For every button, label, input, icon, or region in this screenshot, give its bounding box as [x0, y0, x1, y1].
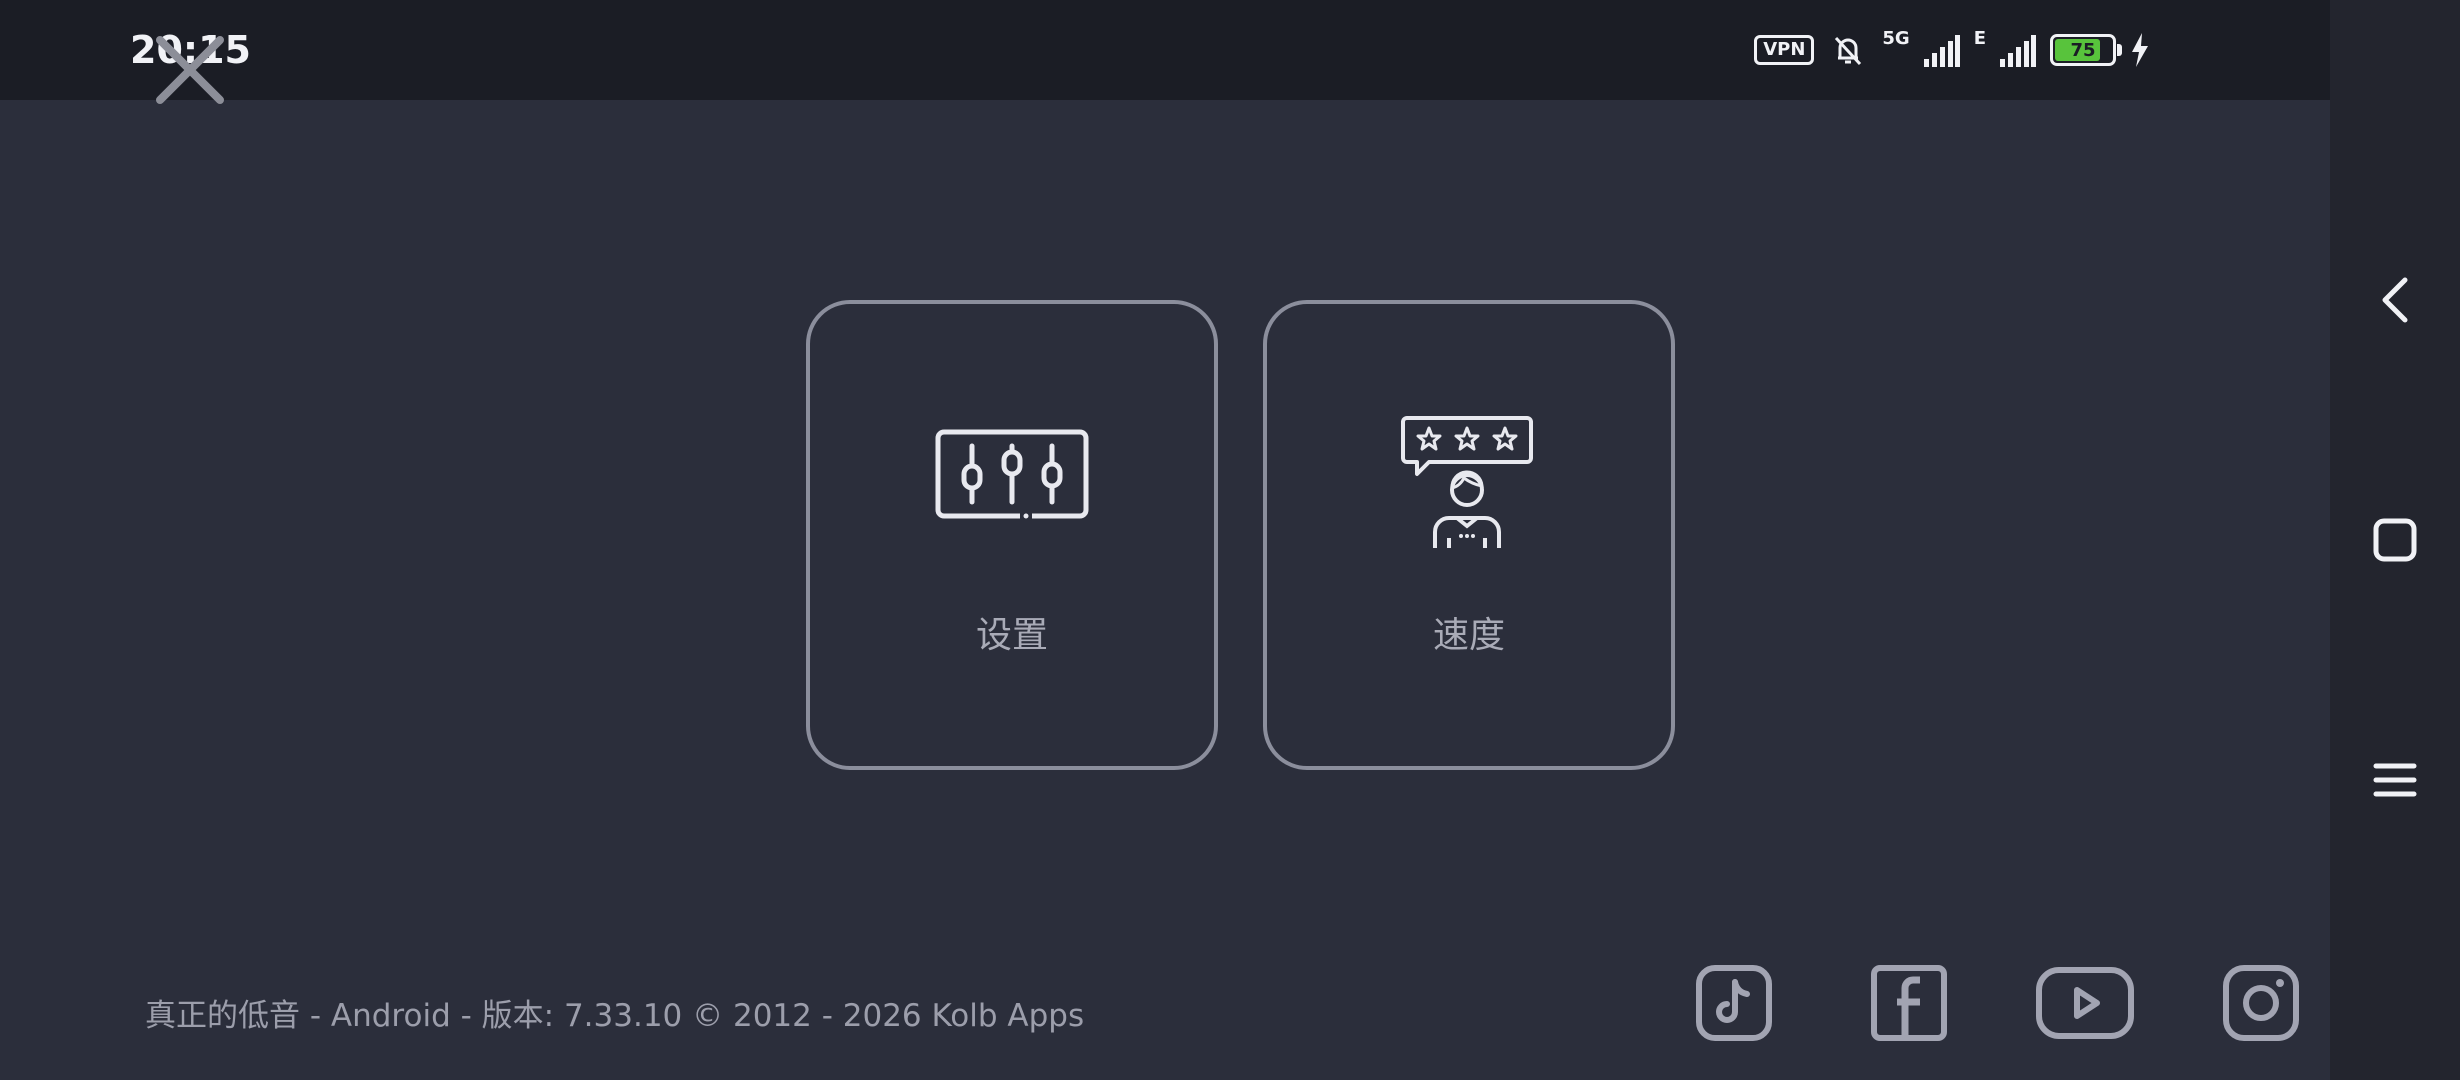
instagram-icon[interactable]	[2222, 964, 2300, 1042]
nav-home-button[interactable]	[2360, 505, 2430, 575]
close-icon[interactable]	[150, 30, 230, 110]
tiktok-icon[interactable]	[1695, 964, 1773, 1042]
sliders-icon	[935, 429, 1089, 519]
bell-muted-icon	[1835, 36, 1862, 66]
network-secondary-label: E	[1973, 28, 1986, 49]
signal-icon	[1923, 35, 1960, 67]
rating-person-icon	[1401, 416, 1533, 548]
youtube-icon[interactable]	[2035, 964, 2135, 1042]
footer-copyright: 真正的低音 - Android - 版本: 7.33.10 © 2012 - 2…	[145, 998, 1085, 1034]
settings-label: 设置	[975, 615, 1048, 656]
nav-back-button[interactable]	[2360, 265, 2430, 335]
battery-level: 75	[2070, 39, 2096, 61]
speed-tile[interactable]: 速度	[1263, 300, 1675, 770]
square-icon	[2373, 518, 2417, 562]
facebook-icon[interactable]	[1870, 964, 1948, 1042]
system-nav-bar	[2330, 0, 2460, 1080]
chevron-left-icon	[2382, 277, 2408, 323]
network-primary-label: 5G	[1882, 28, 1910, 49]
status-bar: 20:15 VPN 5G E 75	[0, 0, 2330, 100]
menu-icon	[2373, 763, 2417, 797]
status-icons: VPN 5G E 75	[1754, 28, 2150, 72]
vpn-badge: VPN	[1754, 35, 1815, 65]
nav-menu-button[interactable]	[2360, 745, 2430, 815]
settings-tile[interactable]: 设置	[806, 300, 1218, 770]
charging-icon	[2132, 33, 2148, 67]
signal-icon-secondary	[2000, 35, 2036, 67]
speed-label: 速度	[1432, 615, 1505, 656]
battery-indicator: 75	[2050, 34, 2122, 66]
